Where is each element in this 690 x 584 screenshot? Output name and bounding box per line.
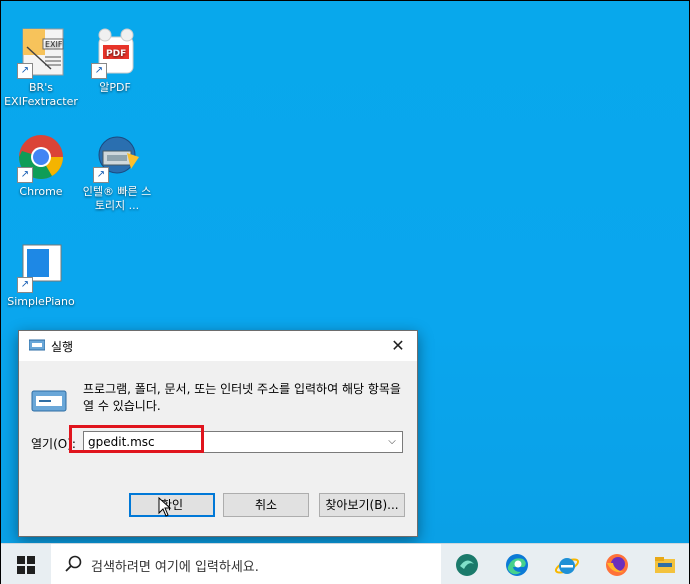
shortcut-arrow-icon: ↗	[93, 167, 109, 183]
desktop-icon-chrome[interactable]: ↗ Chrome	[3, 131, 79, 199]
edge-icon[interactable]	[504, 552, 530, 578]
chevron-down-icon[interactable]: ⌵	[384, 433, 400, 450]
desktop-icon-label: Chrome	[19, 185, 63, 198]
chrome-icon: ↗	[15, 131, 67, 183]
run-large-icon	[31, 390, 67, 412]
svg-text:PDF: PDF	[106, 49, 126, 59]
dialog-description: 프로그램, 폴더, 문서, 또는 인터넷 주소를 입력하여 해당 항목을 열 수…	[83, 382, 401, 413]
shortcut-arrow-icon: ↗	[17, 277, 33, 293]
browse-button[interactable]: 찾아보기(B)...	[319, 493, 405, 517]
intel-storage-icon: ↗	[91, 131, 143, 183]
taskbar: 검색하려면 여기에 입력하세요.	[1, 543, 689, 584]
ok-button[interactable]: 확인	[129, 493, 215, 517]
app-icon[interactable]	[454, 552, 480, 578]
firefox-icon[interactable]	[604, 552, 630, 578]
shortcut-arrow-icon: ↗	[17, 63, 33, 79]
internet-explorer-icon[interactable]	[554, 552, 580, 578]
desktop-icon-label: 알PDF	[99, 81, 131, 94]
dialog-title: 실행	[51, 340, 74, 354]
run-icon	[29, 339, 45, 351]
shortcut-arrow-icon: ↗	[91, 63, 107, 79]
search-icon	[65, 555, 82, 572]
highlight-box	[69, 425, 204, 453]
dialog-titlebar[interactable]: 실행 ✕	[19, 331, 417, 361]
desktop-icon-label: 인텔® 빠른 스토리지 ...	[82, 185, 152, 212]
taskbar-search[interactable]: 검색하려면 여기에 입력하세요.	[51, 544, 441, 584]
desktop-icon-simplepiano[interactable]: ↗ SimplePiano	[3, 241, 79, 309]
cancel-button[interactable]: 취소	[223, 493, 309, 517]
close-icon[interactable]: ✕	[387, 335, 409, 357]
desktop-icon-intel-rst[interactable]: ↗ 인텔® 빠른 스토리지 ...	[79, 131, 155, 213]
desktop-icon-exifextracter[interactable]: EXIF ↗ BR's EXIFextracter	[3, 27, 79, 109]
windows-start-icon[interactable]	[17, 556, 35, 574]
shortcut-arrow-icon: ↗	[17, 167, 33, 183]
svg-text:EXIF: EXIF	[45, 40, 63, 49]
alpdf-icon: PDF ↗	[89, 27, 141, 79]
desktop-icon-label: SimplePiano	[7, 295, 75, 308]
file-explorer-icon[interactable]	[652, 552, 678, 578]
desktop-icon-label: BR's EXIFextracter	[4, 81, 78, 108]
exif-icon: EXIF ↗	[15, 27, 67, 79]
desktop-icon-alpdf[interactable]: PDF ↗ 알PDF	[77, 27, 153, 95]
simplepiano-icon: ↗	[15, 241, 67, 293]
search-placeholder: 검색하려면 여기에 입력하세요.	[91, 560, 259, 575]
mouse-cursor-icon	[158, 497, 172, 517]
desktop[interactable]: EXIF ↗ BR's EXIFextracter PDF ↗ 알PDF ↗ C…	[1, 1, 689, 543]
